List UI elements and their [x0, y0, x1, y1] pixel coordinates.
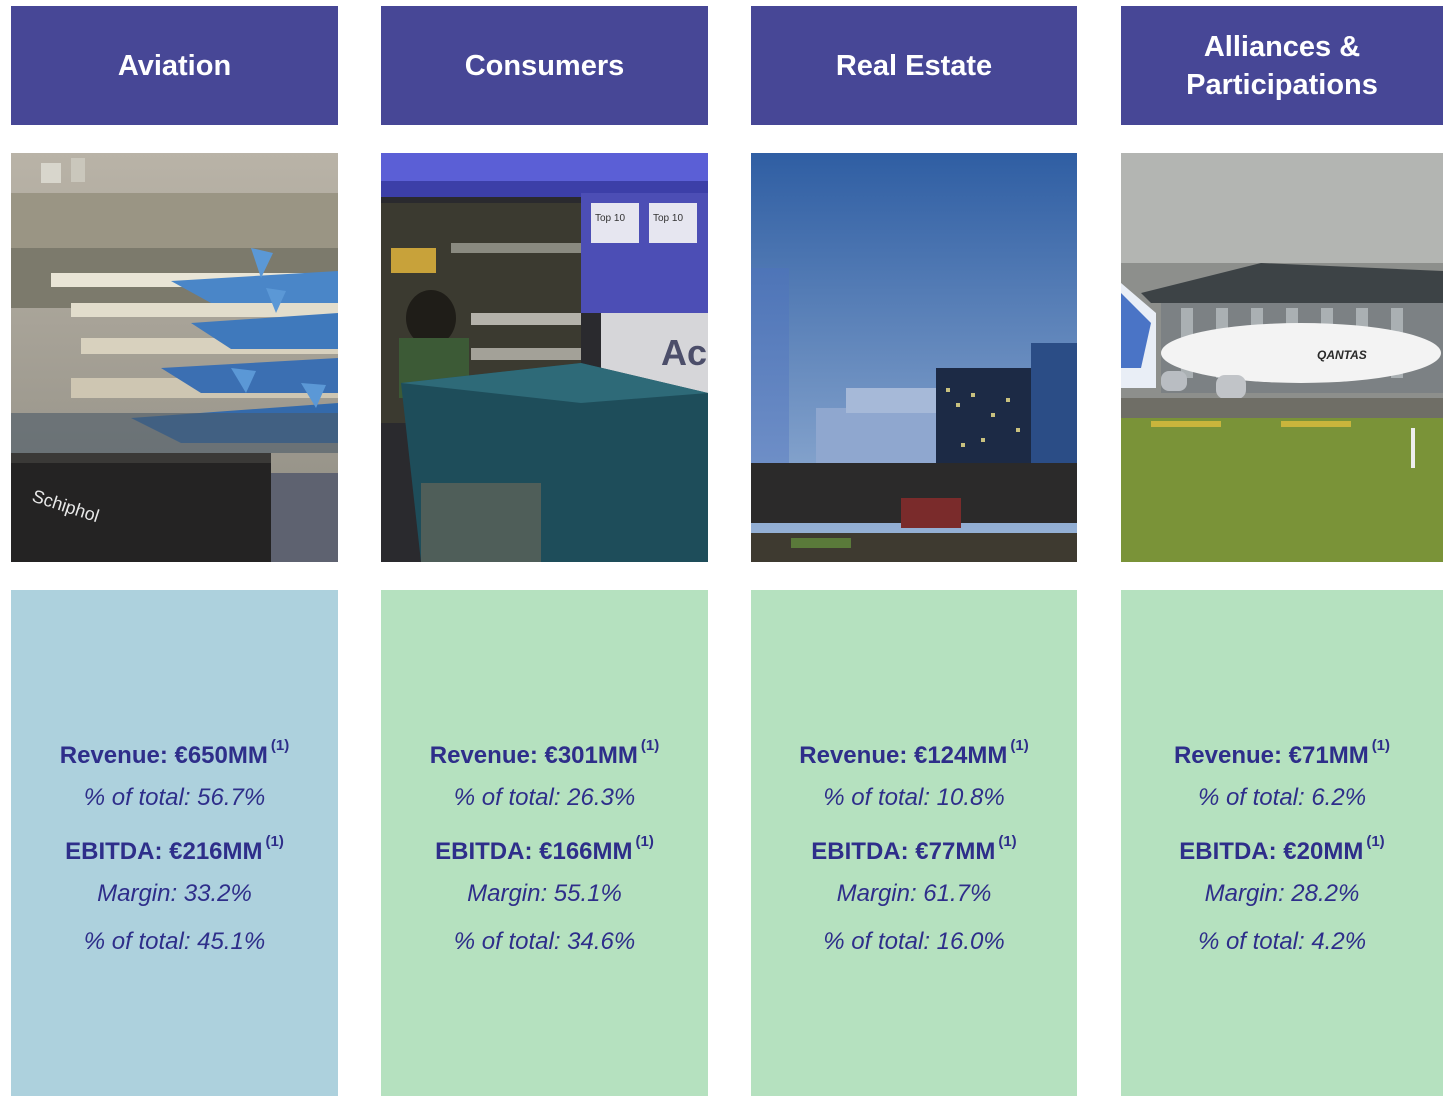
- ebitda-share: % of total: 34.6%: [453, 928, 636, 955]
- segment-aviation: Aviation Schiphol Revenue: €650MM (1) % …: [11, 0, 338, 1096]
- margin-line: Margin: 61.7%: [836, 880, 992, 907]
- revenue-line: Revenue: €71MM (1): [1173, 737, 1391, 769]
- ebitda-line: EBITDA: €20MM (1): [1179, 833, 1385, 865]
- ebitda-line: EBITDA: €216MM (1): [65, 833, 284, 865]
- revenue-share: % of total: 10.8%: [823, 784, 1005, 811]
- segment-alliances: Alliances & Participations QANTAS Revenu…: [1121, 0, 1443, 1096]
- ebitda-line: EBITDA: €77MM (1): [811, 833, 1017, 865]
- real-estate-photo: [751, 153, 1077, 562]
- segment-header: Real Estate: [751, 6, 1077, 125]
- stats-panel: Revenue: €650MM (1) % of total: 56.7% EBI…: [11, 590, 338, 1096]
- segment-real-estate: Real Estate Revenue: €124MM (1) % of tot…: [751, 0, 1077, 1096]
- segment-header: Alliances & Participations: [1121, 6, 1443, 125]
- margin-line: Margin: 33.2%: [97, 880, 252, 907]
- shelf-sign-1: Top 10: [595, 213, 625, 224]
- segment-title: Consumers: [464, 49, 625, 82]
- ebitda-share: % of total: 4.2%: [1197, 928, 1367, 955]
- margin-line: Margin: 55.1%: [467, 880, 622, 907]
- shelf-sign-2: Top 10: [653, 213, 683, 224]
- segment-title: Real Estate: [835, 49, 993, 82]
- revenue-line: Revenue: €124MM (1): [799, 737, 1029, 769]
- aviation-photo: Schiphol: [11, 153, 338, 562]
- segment-header: Consumers: [381, 6, 708, 125]
- stats-panel: Revenue: €71MM (1) % of total: 6.2% EBITD…: [1121, 590, 1443, 1096]
- consumers-photo: Top 10 Top 10 Acc: [381, 153, 708, 562]
- segment-consumers: Consumers Top 10 Top 10 Acc Re: [381, 0, 708, 1096]
- ebitda-line: EBITDA: €166MM (1): [435, 833, 654, 865]
- revenue-share: % of total: 56.7%: [83, 784, 266, 811]
- revenue-line: Revenue: €301MM (1): [429, 737, 660, 769]
- alliances-photo: QANTAS: [1121, 153, 1443, 562]
- store-sign-text: Acc: [661, 332, 708, 373]
- revenue-share: % of total: 26.3%: [453, 784, 636, 811]
- stats-panel: Revenue: €124MM (1) % of total: 10.8% EBI…: [751, 590, 1077, 1096]
- segment-title: Aviation: [117, 49, 232, 82]
- revenue-line: Revenue: €650MM (1): [59, 737, 290, 769]
- airline-livery-text: QANTAS: [1317, 348, 1367, 362]
- margin-line: Margin: 28.2%: [1204, 880, 1360, 907]
- ebitda-share: % of total: 45.1%: [83, 928, 266, 955]
- segment-header: Aviation: [11, 6, 338, 125]
- stats-panel: Revenue: €301MM (1) % of total: 26.3% EBI…: [381, 590, 708, 1096]
- revenue-share: % of total: 6.2%: [1197, 784, 1367, 811]
- ebitda-share: % of total: 16.0%: [823, 928, 1005, 955]
- segment-title: Alliances & Participations: [1186, 30, 1378, 101]
